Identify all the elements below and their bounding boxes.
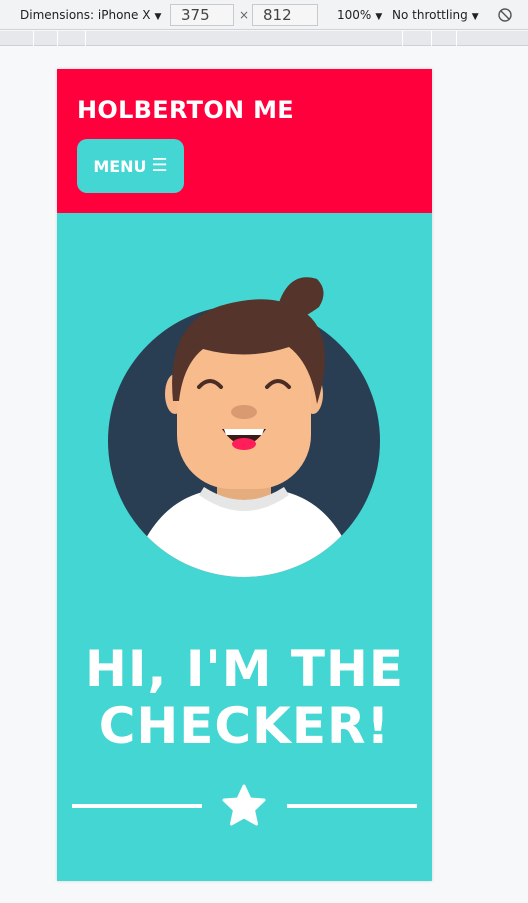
hamburger-icon: ☰ [151,155,168,176]
ruler-tick [431,31,432,46]
avatar-image [108,277,380,577]
divider-line-right [287,804,417,808]
ruler-tick [402,31,403,46]
device-select[interactable]: Dimensions: iPhone X ▼ [20,0,161,30]
devtools-toolbar: Dimensions: iPhone X ▼ 375 × 812 100% ▼ No… [0,0,528,30]
star-icon [222,784,266,826]
rotate-icon[interactable] [497,7,513,23]
width-input[interactable]: 375 [170,4,234,26]
zoom-select[interactable]: 100% ▼ [337,0,382,30]
height-input[interactable]: 812 [252,4,318,26]
chevron-down-icon: ▼ [471,12,479,22]
hero-title-line-2: CHECKER! [98,697,391,755]
hero-title: HI, I'M THE CHECKER! [57,641,432,755]
ruler-tick [85,31,86,46]
ruler-tick [33,31,34,46]
site-header: HOLBERTON ME MENU ☰ [57,69,432,213]
dimension-separator: × [239,8,250,22]
throttling-select[interactable]: No throttling ▼ [392,0,479,30]
ruler-tick [456,31,457,46]
hero-title-line-1: HI, I'M THE [84,640,405,698]
menu-button-label: MENU [93,156,147,176]
chevron-down-icon: ▼ [154,12,162,22]
device-viewport: HOLBERTON ME MENU ☰ HI, I'M THE CHECKER! [57,69,432,881]
media-query-ruler [0,31,528,46]
site-title[interactable]: HOLBERTON ME [77,96,294,124]
device-select-label: Dimensions: iPhone X [20,8,151,22]
menu-button[interactable]: MENU ☰ [77,139,184,193]
chevron-down-icon: ▼ [375,12,383,22]
zoom-select-label: 100% [337,8,372,22]
divider-line-left [72,804,202,808]
ruler-tick [57,31,58,46]
throttling-select-label: No throttling [392,8,468,22]
